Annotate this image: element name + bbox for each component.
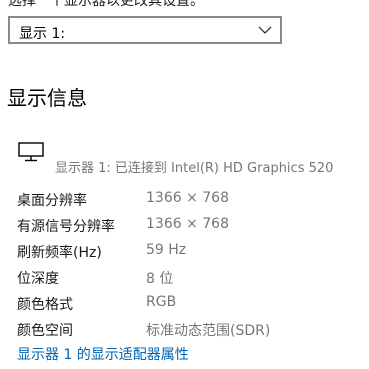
info-label: 刷新频率(Hz) xyxy=(17,245,102,261)
info-value: 1366 × 768 xyxy=(146,190,229,206)
info-value: RGB xyxy=(146,294,177,310)
display-select-dropdown[interactable]: 显示 1: xyxy=(8,16,282,44)
info-value: 8 位 xyxy=(146,271,174,287)
info-label: 桌面分辨率 xyxy=(17,193,87,209)
monitor-icon xyxy=(18,142,44,162)
section-title-display-info: 显示信息 xyxy=(7,86,87,110)
display-adapter-properties-link[interactable]: 显示器 1 的显示适配器属性 xyxy=(17,344,189,364)
info-value: 59 Hz xyxy=(146,242,187,258)
info-row-bit-depth: 位深度 8 位 xyxy=(0,264,369,288)
info-row-color-space: 颜色空间 标准动态范围(SDR) xyxy=(0,316,369,340)
monitor-connection-description: 显示器 1: 已连接到 Intel(R) HD Graphics 520 xyxy=(55,161,334,176)
info-row-color-format: 颜色格式 RGB xyxy=(0,290,369,314)
info-row-refresh-rate: 刷新频率(Hz) 59 Hz xyxy=(0,238,369,262)
info-value: 1366 × 768 xyxy=(146,216,229,232)
display-select-value: 显示 1: xyxy=(19,26,66,42)
info-value: 标准动态范围(SDR) xyxy=(146,323,271,339)
info-row-desktop-resolution: 桌面分辨率 1366 × 768 xyxy=(0,186,369,210)
chevron-down-icon xyxy=(258,26,272,34)
info-label: 位深度 xyxy=(17,271,59,287)
info-label: 有源信号分辨率 xyxy=(17,219,115,235)
select-display-instructions: 选择一个显示器以更改其设置。 xyxy=(8,0,204,9)
info-label: 颜色空间 xyxy=(17,323,73,339)
info-row-active-signal-resolution: 有源信号分辨率 1366 × 768 xyxy=(0,212,369,236)
info-label: 颜色格式 xyxy=(17,297,73,313)
